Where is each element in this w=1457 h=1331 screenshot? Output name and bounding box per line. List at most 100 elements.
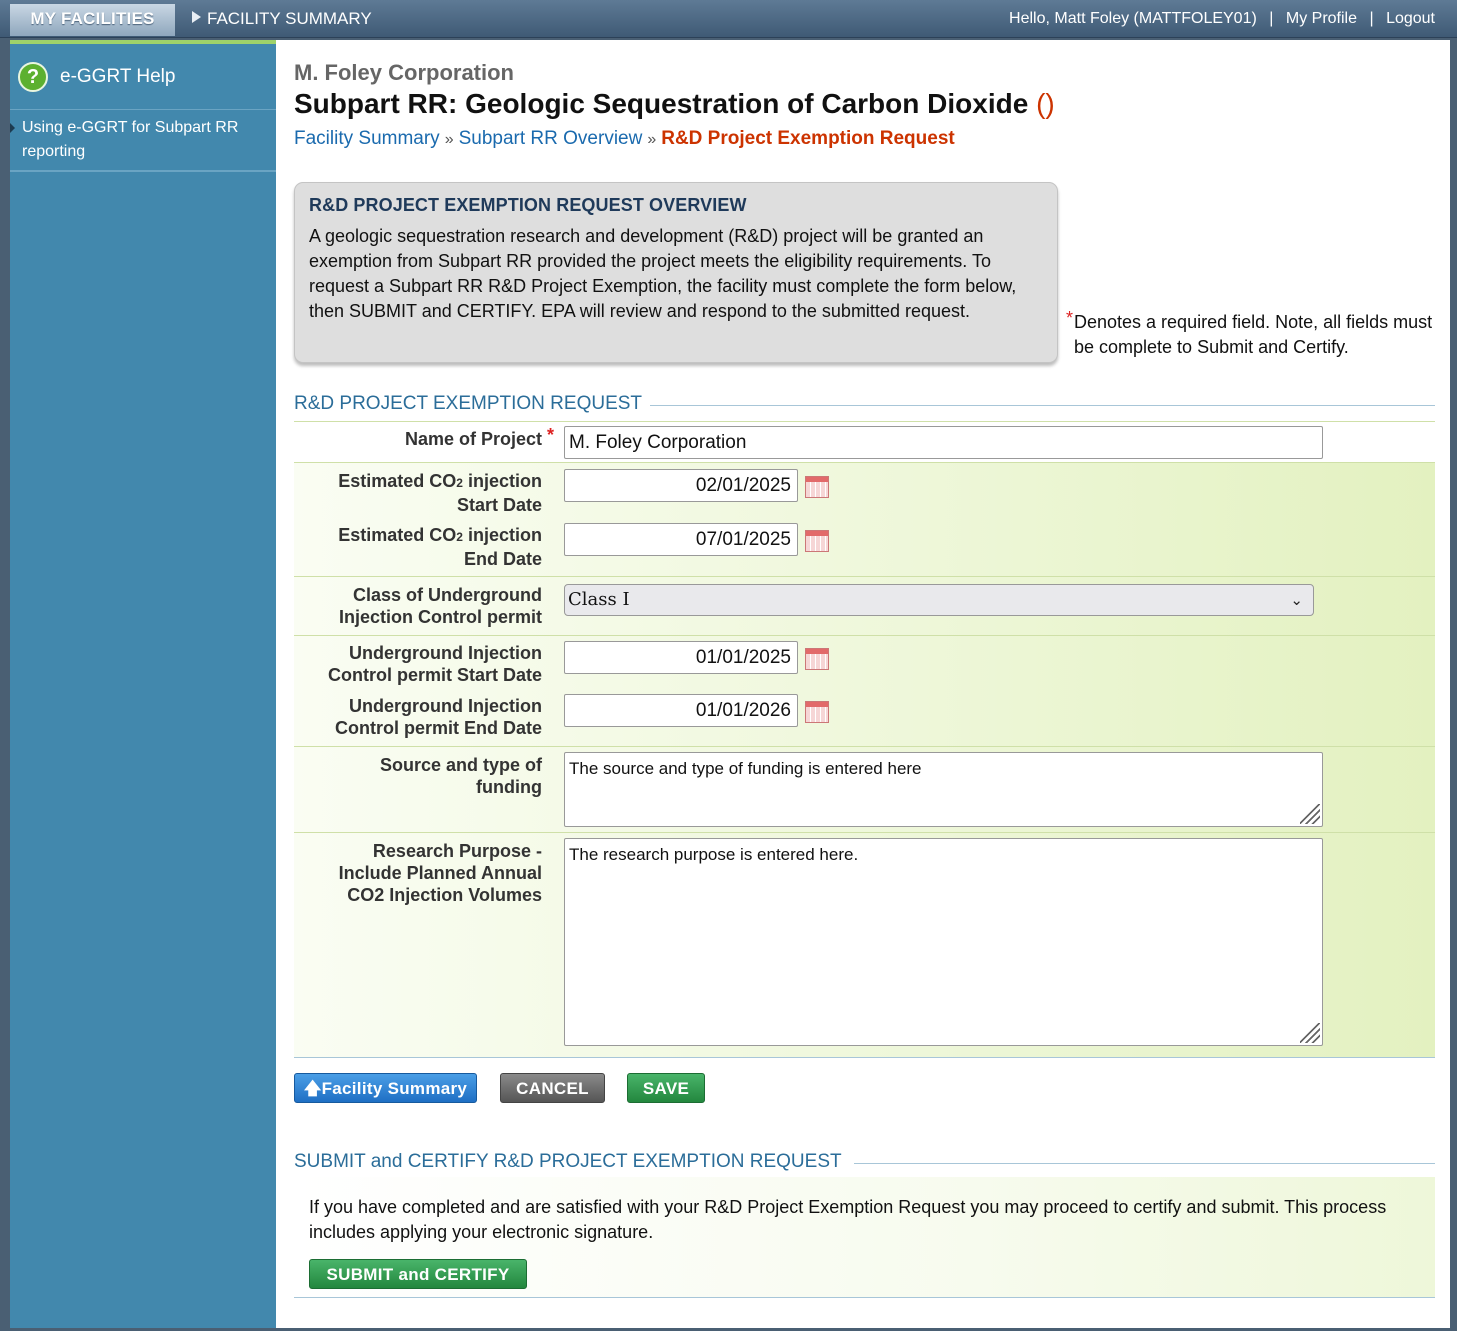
required-star: * [1066,308,1074,328]
tab-facility-summary[interactable]: FACILITY SUMMARY [192,4,372,34]
co2-subscript: 2 [456,476,463,490]
form-row-uic-class: Class of Underground Injection Control pe… [294,577,1435,636]
form-row-funding: Source and type of funding The source and… [294,747,1435,833]
co2-start-date-input[interactable]: 02/01/2025 [564,469,798,502]
co2-start-label: Estimated CO2 injection Start Date [294,470,542,516]
funding-text: The source and type of funding is entere… [569,759,922,778]
uic-class-label: Class of Underground Injection Control pe… [294,584,542,628]
uic-end-date-input[interactable]: 01/01/2026 [564,694,798,727]
section-divider [854,1163,1435,1164]
page-title-text: Subpart RR: Geologic Sequestration of Ca… [294,88,1029,119]
chevron-down-icon: ⌄ [1290,591,1303,609]
funding-label-line1: Source and type of [379,755,542,775]
co2-end-label-rest: injection [462,525,542,545]
divider: | [1269,10,1274,27]
resize-grip-icon[interactable] [1300,1023,1320,1043]
funding-label: Source and type of funding [294,754,542,798]
calendar-icon[interactable] [805,530,829,552]
uic-class-label-line1: Class of Underground [352,585,542,605]
uic-start-label-line1: Underground Injection [349,643,542,663]
research-purpose-label-line2: Include Planned Annual [338,863,542,883]
co2-start-label-text: Estimated CO [338,471,457,491]
co2-start-label-line2: Start Date [456,495,542,515]
uic-end-label: Underground Injection Control permit End … [294,695,542,739]
co2-subscript: 2 [456,530,463,544]
main-content: M. Foley Corporation Subpart RR: Geologi… [276,40,1450,1328]
form-row-research-purpose: Research Purpose - Include Planned Annual… [294,833,1435,1058]
breadcrumb: Facility Summary» Subpart RR Overview» R&D… [294,128,955,150]
my-profile-link[interactable]: My Profile [1286,10,1357,27]
facility-summary-button-label: Facility Summary [321,1079,468,1098]
help-sidebar: ? e-GGRT Help Using e-GGRT for Subpart R… [10,40,276,1328]
uic-class-select[interactable]: Class I ⌄ [564,584,1314,616]
top-nav-bar: MY FACILITIES FACILITY SUMMARY Hello, Ma… [0,0,1457,38]
research-purpose-label: Research Purpose - Include Planned Annual… [294,840,542,906]
co2-end-label-text: Estimated CO [338,525,457,545]
sidebar-item-label: Using e-GGRT for Subpart RR reporting [22,119,239,160]
section-title-submit-certify: SUBMIT and CERTIFY R&D PROJECT EXEMPTION… [294,1151,842,1172]
resize-grip-icon[interactable] [1300,804,1320,824]
name-of-project-label-text: Name of Project [404,429,542,449]
uic-end-label-line2: Control permit End Date [334,718,542,738]
certify-panel: If you have completed and are satisfied … [294,1177,1435,1298]
facility-summary-button[interactable]: 🡅Facility Summary [294,1073,477,1103]
cancel-button[interactable]: CANCEL [500,1073,605,1103]
sidebar-header: ? e-GGRT Help [10,40,276,110]
section-title-exemption-request: R&D PROJECT EXEMPTION REQUEST [294,393,643,414]
calendar-icon[interactable] [805,476,829,498]
co2-start-label-rest: injection [462,471,542,491]
co2-end-label: Estimated CO2 injection End Date [294,524,542,570]
research-purpose-label-line3: CO2 Injection Volumes [347,885,542,905]
tab-my-facilities[interactable]: MY FACILITIES [10,4,175,36]
play-arrow-icon [192,11,201,23]
user-menu: Hello, Matt Foley (MATTFOLEY01) | My Pro… [1009,4,1435,34]
sidebar-item-subpart-rr-help[interactable]: Using e-GGRT for Subpart RR reporting [10,110,276,172]
form-row-co2-injection-dates: Estimated CO2 injection Start Date 02/01/… [294,463,1435,577]
form-row-uic-permit-dates: Underground Injection Control permit Star… [294,636,1435,747]
logout-link[interactable]: Logout [1386,10,1435,27]
calendar-icon[interactable] [805,648,829,670]
certify-text: If you have completed and are satisfied … [309,1197,1387,1242]
arrow-up-icon: 🡅 [303,1079,322,1098]
breadcrumb-current: R&D Project Exemption Request [661,128,955,149]
funding-textarea[interactable]: The source and type of funding is entere… [564,752,1323,827]
uic-start-label-line2: Control permit Start Date [327,665,542,685]
required-note-text: Denotes a required field. Note, all fiel… [1074,312,1433,357]
save-button[interactable]: SAVE [627,1073,705,1103]
form-row-name-of-project: Name of Project * M. Foley Corporation [294,421,1435,463]
calendar-icon[interactable] [805,701,829,723]
sidebar-title: e-GGRT Help [60,65,176,87]
breadcrumb-subpart-rr-overview[interactable]: Subpart RR Overview [459,128,643,149]
funding-label-line2: funding [476,777,542,797]
uic-start-label: Underground Injection Control permit Star… [294,642,542,686]
uic-end-label-line1: Underground Injection [349,696,542,716]
uic-start-date-input[interactable]: 01/01/2025 [564,641,798,674]
pointer-arrow-icon [10,123,15,133]
uic-class-label-line2: Injection Control permit [338,607,542,627]
co2-end-date-input[interactable]: 07/01/2025 [564,523,798,556]
research-purpose-textarea[interactable]: The research purpose is entered here. [564,838,1323,1046]
exemption-request-form: Name of Project * M. Foley Corporation Es… [294,421,1435,1058]
section-divider [650,405,1435,406]
breadcrumb-separator: » [444,131,454,148]
breadcrumb-facility-summary[interactable]: Facility Summary [294,128,440,149]
overview-panel: R&D PROJECT EXEMPTION REQUEST OVERVIEW A… [294,182,1058,363]
page-title-suffix: () [1036,88,1055,119]
divider: | [1369,10,1374,27]
overview-text: A geologic sequestration research and de… [309,226,1017,321]
required-field-note: * Denotes a required field. Note, all fi… [1066,308,1444,360]
user-greeting: Hello, Matt Foley (MATTFOLEY01) [1009,10,1257,27]
name-of-project-input[interactable]: M. Foley Corporation [564,426,1323,459]
breadcrumb-separator: » [647,131,657,148]
co2-end-label-line2: End Date [463,549,542,569]
help-icon: ? [18,61,48,92]
page-title: Subpart RR: Geologic Sequestration of Ca… [294,88,1055,120]
research-purpose-text: The research purpose is entered here. [569,845,859,864]
uic-class-selected-value: Class I [568,589,630,610]
overview-heading: R&D PROJECT EXEMPTION REQUEST OVERVIEW [309,195,747,215]
submit-and-certify-button[interactable]: SUBMIT and CERTIFY [309,1259,527,1289]
required-star: * [546,425,554,445]
tab-facility-summary-label: FACILITY SUMMARY [207,9,372,28]
research-purpose-label-line1: Research Purpose - [372,841,542,861]
name-of-project-label: Name of Project * [294,425,554,450]
